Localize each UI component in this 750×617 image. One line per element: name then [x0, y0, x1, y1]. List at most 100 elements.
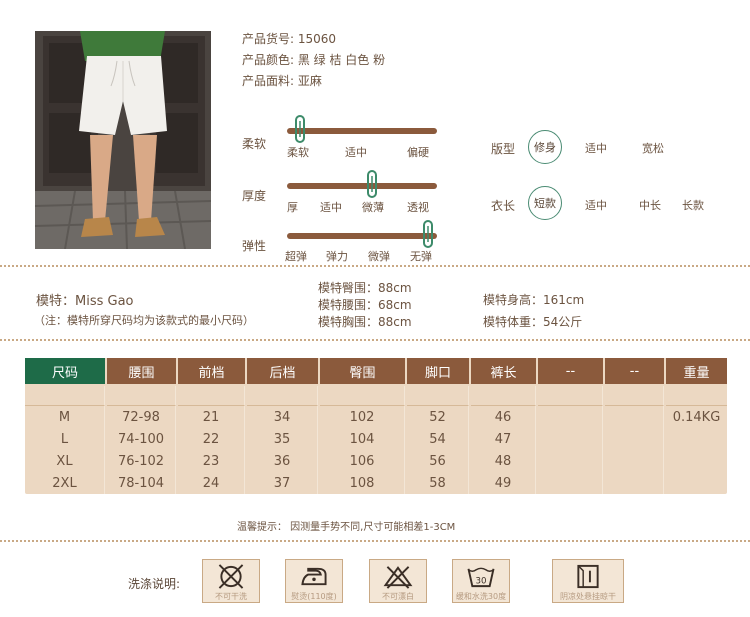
size-table-cell — [666, 428, 727, 450]
measure-tip: 温馨提示： 因测量手势不同,尺寸可能相差1-3CM — [237, 522, 456, 533]
slider-label-softness: 柔软 — [242, 137, 267, 151]
model-name: 模特：Miss Gao — [36, 294, 134, 309]
slider-label-thickness: 厚度 — [242, 189, 267, 203]
size-table-cell: L — [25, 428, 105, 450]
care-item-label: 不可干洗 — [215, 592, 247, 601]
size-table-cell: 46 — [471, 406, 536, 428]
size-table-cell — [605, 386, 664, 406]
size-table-cell — [666, 472, 727, 494]
length-label: 衣长 — [491, 199, 516, 213]
care-item-no-dry-clean: 不可干洗 — [202, 559, 260, 603]
model-weight: 模特体重：54公斤 — [483, 315, 583, 329]
product-code: 产品货号: 15060 — [242, 32, 337, 46]
size-table-cell — [605, 450, 664, 472]
size-table-cell: 0.14KG — [672, 409, 721, 425]
length-option: 长款 — [682, 199, 704, 212]
hang-dry-shade-icon — [577, 564, 599, 589]
divider — [0, 339, 750, 341]
softness-tick: 偏硬 — [407, 146, 429, 159]
length-option: 中长 — [639, 199, 661, 212]
size-table-header: 裤长 — [471, 358, 536, 384]
care-item-label: 缓和水洗30度 — [455, 592, 507, 601]
size-table-cell: XL — [25, 450, 105, 472]
model-waist: 模特腰围：68cm — [318, 298, 412, 312]
size-table-cell: M — [25, 406, 105, 428]
size-table-header: -- — [538, 358, 603, 384]
size-table-cell: 34 — [247, 406, 318, 428]
size-table-cell: 23 — [178, 450, 245, 472]
slider-label-elasticity: 弹性 — [242, 239, 267, 253]
size-table-cell: 21 — [178, 406, 245, 428]
length-option: 适中 — [585, 199, 607, 212]
size-table-cell: 2XL — [25, 472, 105, 494]
size-table-cell — [178, 386, 245, 406]
care-item-no-bleach: 不可漂白 — [369, 559, 427, 603]
softness-marker — [294, 115, 306, 147]
care-item-label: 熨烫(110度) — [291, 592, 337, 601]
size-table-cell — [538, 450, 603, 472]
size-table-cell — [538, 428, 603, 450]
product-fabric: 产品面料: 亚麻 — [242, 74, 322, 88]
size-table-header: 前档 — [178, 358, 245, 384]
fit-label: 版型 — [491, 142, 516, 156]
elasticity-tick: 弹力 — [326, 250, 348, 263]
size-table-header: 腰围 — [107, 358, 176, 384]
size-table-cell: 76-102 — [107, 450, 176, 472]
size-table-cell — [538, 472, 603, 494]
product-photo — [35, 31, 211, 249]
size-table-cell — [666, 450, 727, 472]
elasticity-tick: 微弹 — [368, 250, 390, 263]
elasticity-tick: 超弹 — [285, 250, 307, 263]
care-item-hang-dry: 阴凉处悬挂晾干 — [552, 559, 624, 603]
elasticity-track — [287, 233, 437, 239]
care-item-label: 阴凉处悬挂晾干 — [560, 592, 616, 601]
size-table-cell: 52 — [407, 406, 469, 428]
product-colors: 产品颜色: 黑 绿 桔 白色 粉 — [242, 53, 386, 67]
size-table-cell: 22 — [178, 428, 245, 450]
size-table-cell — [538, 386, 603, 406]
model-note: （注：模特所穿尺码均为该款式的最小尺码） — [34, 314, 254, 327]
length-selected-circle: 短款 — [528, 186, 562, 220]
no-bleach-icon — [383, 566, 413, 589]
size-table-cell: 47 — [471, 428, 536, 450]
size-table-cell: 74-100 — [107, 428, 176, 450]
divider — [0, 265, 750, 267]
size-table-header: 重量 — [666, 358, 727, 384]
thickness-track — [287, 183, 437, 189]
size-table-header: -- — [605, 358, 664, 384]
fit-option: 宽松 — [642, 142, 664, 155]
size-table-cell: 36 — [247, 450, 318, 472]
size-table-cell — [247, 386, 318, 406]
model-hip: 模特臀围：88cm — [318, 281, 412, 295]
wash-30-icon: 30 — [467, 567, 495, 588]
size-table-cell — [107, 386, 176, 406]
thickness-tick: 适中 — [320, 201, 342, 214]
size-table-cell: 72-98 — [107, 406, 176, 428]
care-item-iron: 熨烫(110度) — [285, 559, 343, 603]
size-table-cell: 37 — [247, 472, 318, 494]
model-height: 模特身高：161cm — [483, 293, 585, 307]
size-table-cell — [471, 386, 536, 406]
size-table-cell — [605, 406, 664, 428]
size-table-cell — [666, 386, 727, 406]
size-table-header: 脚口 — [407, 358, 469, 384]
size-table-cell: 78-104 — [107, 472, 176, 494]
size-table-cell — [605, 472, 664, 494]
fit-selected-circle: 修身 — [528, 130, 562, 164]
size-table-cell — [605, 428, 664, 450]
size-table-cell — [538, 406, 603, 428]
no-dry-clean-icon — [218, 564, 244, 589]
size-table-header: 臀围 — [320, 358, 405, 384]
size-table-cell: 58 — [407, 472, 469, 494]
size-table-cell: 104 — [320, 428, 405, 450]
care-label: 洗涤说明: — [128, 577, 181, 591]
size-table-cell: 49 — [471, 472, 536, 494]
thickness-tick: 厚 — [287, 201, 298, 214]
thickness-marker — [366, 170, 378, 202]
softness-track — [287, 128, 437, 134]
wash-temp-text: 30 — [475, 576, 486, 586]
size-table-header: 尺码 — [25, 358, 105, 384]
size-table-cell: 35 — [247, 428, 318, 450]
iron-icon — [301, 567, 327, 586]
size-table-cell: 56 — [407, 450, 469, 472]
